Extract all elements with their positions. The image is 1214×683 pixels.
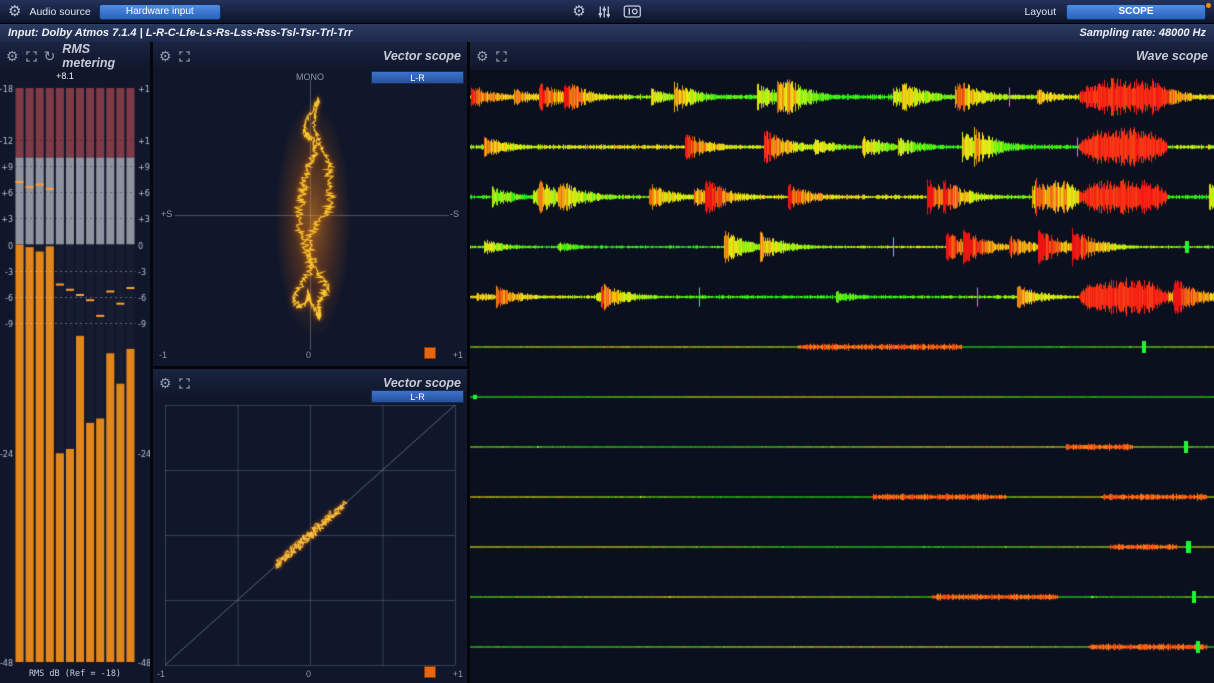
toolbar-center-group: ⚙: [572, 4, 641, 19]
wave-scope-canvas: [470, 70, 1214, 683]
rms-meter-canvas: [0, 70, 150, 674]
vector-top-fullscreen-icon[interactable]: [179, 51, 190, 62]
vector-scope-bottom-panel: ⚙ Vector scope L-R -1 0 +1: [153, 369, 467, 683]
vector-scope-top-panel: ⚙ Vector scope L-R MONO +S -S -1 0 +1: [153, 42, 467, 366]
rms-panel-header: ⚙ ↻ RMS metering: [0, 42, 150, 70]
vector-bottom-clip-indicator[interactable]: [424, 666, 436, 678]
rms-settings-gear-icon[interactable]: ⚙: [6, 49, 19, 63]
io-routing-icon[interactable]: [624, 5, 642, 18]
hardware-input-button[interactable]: Hardware input: [99, 4, 221, 20]
top-toolbar: ⚙ Audio source Hardware input ⚙: [0, 0, 1214, 24]
main-area: ⚙ ↻ RMS metering +8.1 RMS dB (Ref = -18)…: [0, 42, 1214, 683]
vector-top-settings-gear-icon[interactable]: ⚙: [159, 49, 172, 63]
audio-source-label: Audio source: [29, 6, 90, 18]
vector-top-clip-indicator[interactable]: [424, 347, 436, 359]
wave-panel-header: ⚙ Wave scope: [470, 42, 1214, 70]
vector-bottom-axis-zero: 0: [306, 669, 311, 679]
layout-label: Layout: [1024, 6, 1056, 18]
scope-button[interactable]: SCOPE: [1066, 4, 1206, 20]
vector-top-canvas: [153, 70, 467, 366]
vector-bottom-settings-gear-icon[interactable]: ⚙: [159, 376, 172, 390]
notification-dot-icon: [1206, 3, 1211, 8]
vector-top-axis-min: -1: [159, 350, 167, 360]
vector-top-axis-max: +1: [453, 350, 463, 360]
wave-settings-gear-icon[interactable]: ⚙: [476, 49, 489, 63]
rms-fullscreen-icon[interactable]: [26, 51, 37, 62]
vector-bottom-axis-max: +1: [453, 669, 463, 679]
mixer-faders-icon[interactable]: [598, 5, 612, 19]
vector-bottom-canvas: [153, 397, 467, 683]
vector-bottom-fullscreen-icon[interactable]: [179, 378, 190, 389]
vector-top-mode-button[interactable]: L-R: [371, 71, 464, 84]
vector-top-axis-zero: 0: [306, 350, 311, 360]
vector-bottom-title: Vector scope: [383, 376, 461, 390]
toolbar-right-group: Layout SCOPE: [1024, 4, 1206, 20]
wave-scope-panel: ⚙ Wave scope: [470, 42, 1214, 683]
input-format-label: Input: Dolby Atmos 7.1.4 | L-R-C-Lfe-Ls-…: [8, 27, 352, 39]
wave-fullscreen-icon[interactable]: [496, 51, 507, 62]
vector-top-title: Vector scope: [383, 49, 461, 63]
rms-reset-icon[interactable]: ↻: [44, 49, 56, 63]
rms-metering-panel: ⚙ ↻ RMS metering +8.1 RMS dB (Ref = -18): [0, 42, 150, 683]
vector-bottom-axis-min: -1: [157, 669, 165, 679]
audio-source-gear-icon[interactable]: ⚙: [8, 4, 21, 19]
vector-top-plus-s-label: +S: [161, 209, 172, 219]
info-bar: Input: Dolby Atmos 7.1.4 | L-R-C-Lfe-Ls-…: [0, 24, 1214, 42]
vector-top-minus-s-label: -S: [450, 209, 459, 219]
rms-peak-readout: +8.1: [0, 71, 130, 81]
toolbar-left-group: ⚙ Audio source Hardware input: [0, 4, 221, 20]
rms-footer-label: RMS dB (Ref = -18): [0, 669, 150, 679]
main-settings-gear-icon[interactable]: ⚙: [572, 4, 585, 19]
sampling-rate-label: Sampling rate: 48000 Hz: [1079, 27, 1206, 39]
wave-panel-title: Wave scope: [1136, 49, 1208, 63]
rms-panel-title: RMS metering: [62, 42, 144, 70]
app-root: ⚙ Audio source Hardware input ⚙: [0, 0, 1214, 683]
vector-bottom-mode-button[interactable]: L-R: [371, 390, 464, 403]
vector-top-header: ⚙ Vector scope: [153, 42, 467, 70]
vector-top-mono-label: MONO: [296, 72, 324, 82]
